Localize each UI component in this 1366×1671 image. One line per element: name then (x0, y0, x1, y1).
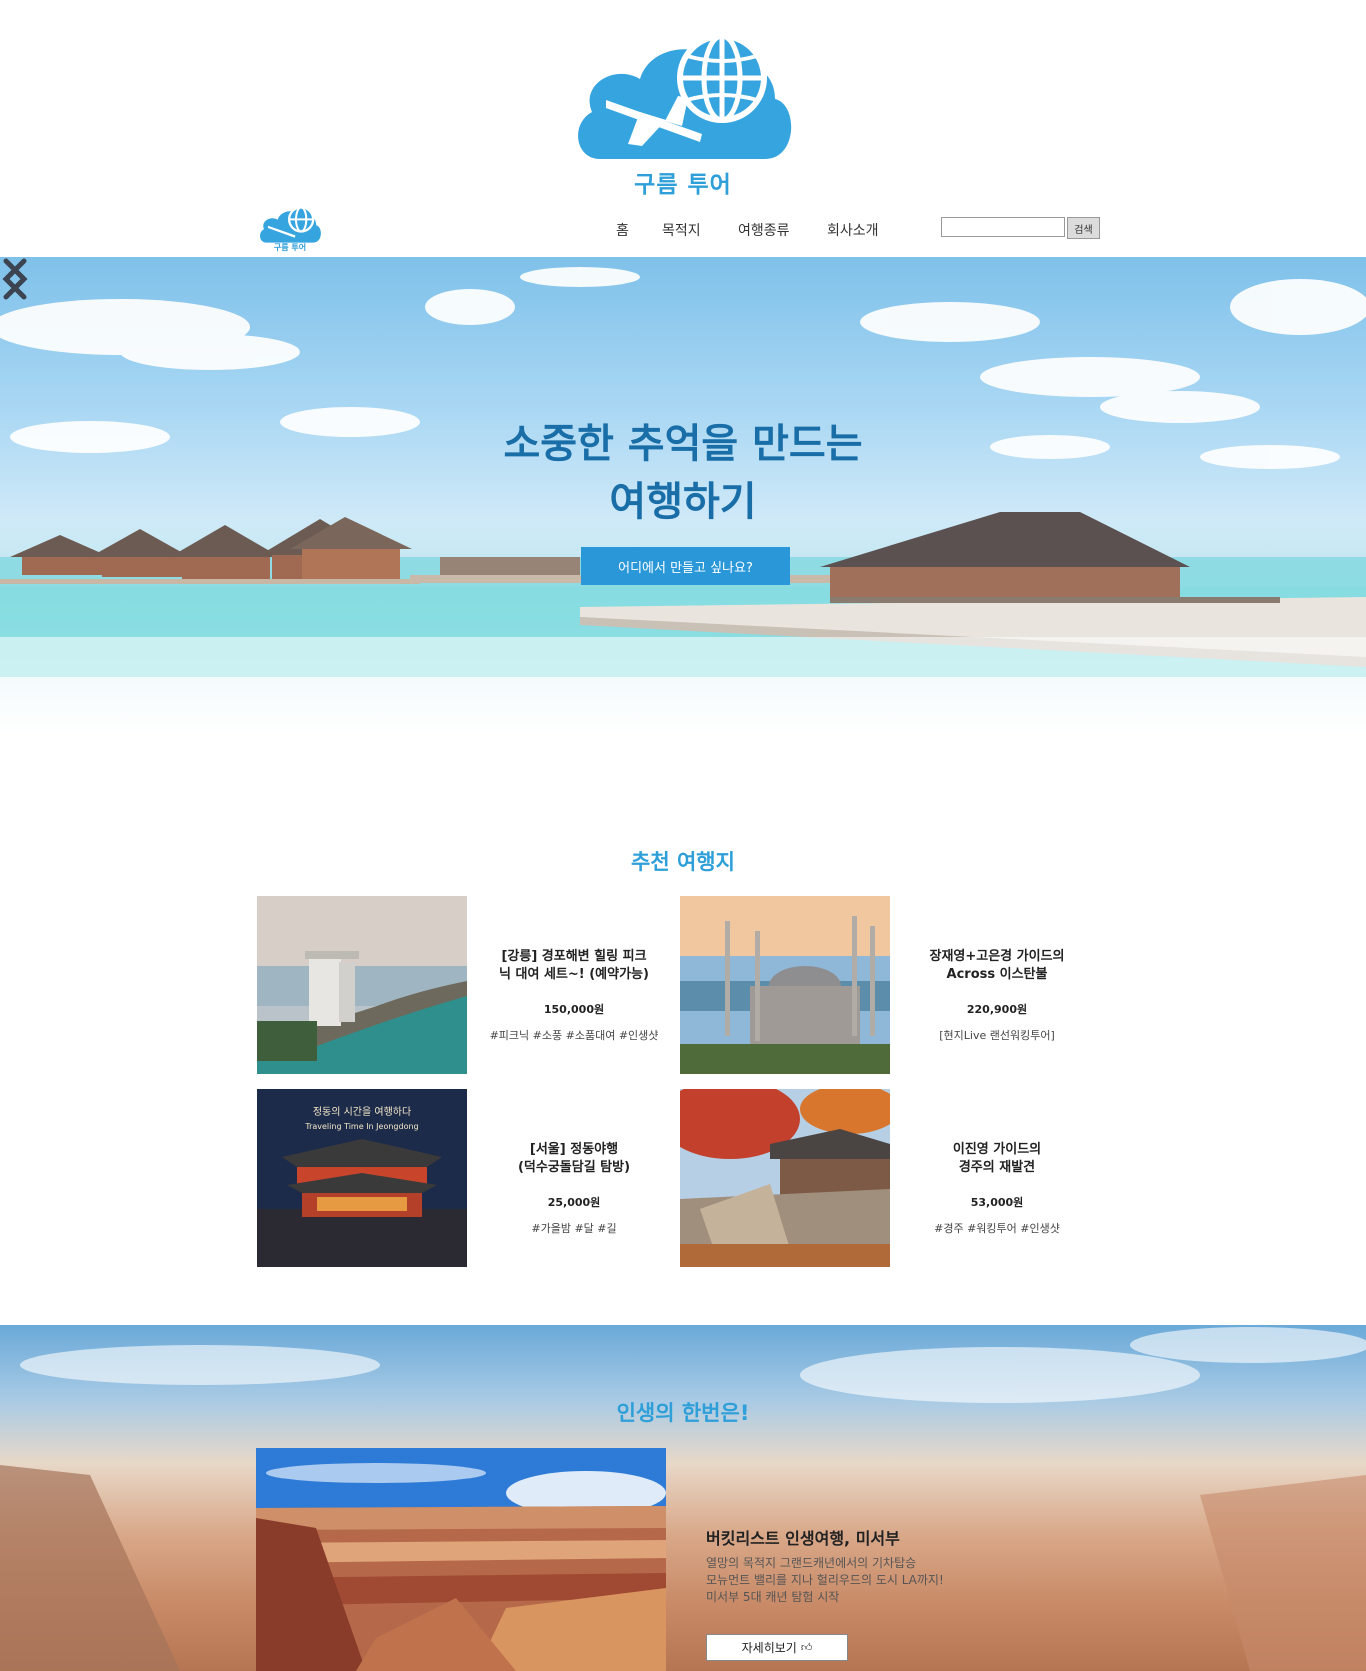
cloud-globe-small-logo-icon (260, 206, 321, 243)
card-title: [서울] 정동야행 (덕수궁돌담길 탐방) (467, 1141, 681, 1177)
destination-card[interactable]: 장재영+고은경 가이드의 Across 이스탄불 220,900원 [현지Liv… (680, 896, 1104, 1074)
destination-card[interactable]: [강릉] 경포해변 힐링 피크 닉 대여 세트~! (예약가능) 150,000… (257, 896, 681, 1074)
card-title-line-1: 이진영 가이드의 (952, 1142, 1042, 1157)
jeongdong-palace-image: 정동의 시간을 여행하다 Traveling Time In Jeongdong (257, 1089, 467, 1267)
bucket-background-image (0, 1327, 1366, 1671)
bucket-section-title: 인생의 한번은! (616, 1401, 750, 1425)
more-details-label: 자세히보기 (741, 1641, 797, 1655)
menu-item-travel-type[interactable]: 여행종류 (738, 220, 790, 240)
cloud-globe-logo-icon (578, 33, 792, 159)
card-title: 장재영+고은경 가이드의 Across 이스탄불 (890, 948, 1104, 984)
menu-item-destination[interactable]: 목적지 (662, 220, 701, 240)
search-button[interactable]: 검색 (1067, 217, 1100, 239)
more-details-button[interactable]: 자세히보기 👍︎ (706, 1634, 848, 1661)
hero-title-line-1: 소중한 추억을 만드는 (503, 421, 863, 467)
destination-card[interactable]: 이진영 가이드의 경주의 재발견 53,000원 #경주 #워킹투어 #인생샷 (680, 1089, 1104, 1267)
grand-canyon-image (256, 1448, 666, 1671)
card-title-line-2: 닉 대여 세트~! (예약가능) (499, 967, 649, 982)
hero-cta-button[interactable]: 어디에서 만들고 싶나요? (581, 547, 790, 585)
bucket-desc-line-2: 모뉴먼트 밸리를 지나 헐리우드의 도시 LA까지! (706, 1573, 944, 1587)
card-price: 53,000원 (970, 1196, 1024, 1209)
gangneung-beach-image (257, 896, 467, 1074)
hero-banner: 소중한 추억을 만드는 여행하기 어디에서 만들고 싶나요? (0, 257, 1366, 735)
logo-text: 구름 투어 (634, 172, 732, 198)
card-info: 장재영+고은경 가이드의 Across 이스탄불 220,900원 [현지Liv… (890, 896, 1104, 1074)
card-title-line-2: Across 이스탄불 (946, 967, 1048, 982)
search-input[interactable] (941, 217, 1065, 237)
card-title: 이진영 가이드의 경주의 재발견 (890, 1141, 1104, 1177)
menu-item-about[interactable]: 회사소개 (827, 220, 879, 240)
card-price: 220,900원 (966, 1003, 1028, 1016)
card-title: [강릉] 경포해변 힐링 피크 닉 대여 세트~! (예약가능) (467, 948, 681, 984)
card-price: 150,000원 (543, 1003, 605, 1016)
istanbul-mosque-image (680, 896, 890, 1074)
main-logo[interactable]: 구름 투어 (570, 24, 796, 198)
recommended-title: 추천 여행지 (631, 850, 735, 874)
bucket-headline: 버킷리스트 인생여행, 미서부 (706, 1529, 900, 1548)
card-tags: #가을밤 #달 #길 (531, 1222, 617, 1235)
card-price: 25,000원 (547, 1196, 601, 1209)
thumbs-up-icon: 👍︎ (800, 1641, 813, 1654)
bucket-desc-line-3: 미서부 5대 캐년 탐험 시작 (706, 1590, 840, 1604)
card-info: 이진영 가이드의 경주의 재발견 53,000원 #경주 #워킹투어 #인생샷 (890, 1089, 1104, 1267)
card-info: [강릉] 경포해변 힐링 피크 닉 대여 세트~! (예약가능) 150,000… (467, 896, 681, 1074)
jeongdong-caption-1: 정동의 시간을 여행하다 (313, 1105, 411, 1118)
bucket-desc-line-1: 열망의 목적지 그랜드캐년에서의 기차탑승 (706, 1556, 917, 1570)
bucket-list-section: 인생의 한번은! 버킷리스트 인생여행, 미서부 열망의 목적지 그랜드캐년에서… (0, 1325, 1366, 1671)
gyeongju-temple-image (680, 1089, 890, 1267)
chevron-right-icon[interactable] (0, 257, 30, 301)
small-logo[interactable]: 구름 투어 (256, 204, 324, 256)
card-info: [서울] 정동야행 (덕수궁돌담길 탐방) 25,000원 #가을밤 #달 #길 (467, 1089, 681, 1267)
card-title-line-1: 장재영+고은경 가이드의 (929, 949, 1065, 964)
small-logo-text: 구름 투어 (273, 243, 307, 252)
card-title-line-1: [강릉] 경포해변 힐링 피크 (501, 949, 647, 964)
hero-title-line-2: 여행하기 (609, 479, 757, 525)
card-title-line-2: (덕수궁돌담길 탐방) (517, 1160, 631, 1175)
jeongdong-caption-2: Traveling Time In Jeongdong (304, 1122, 418, 1131)
card-tags: #피크닉 #소풍 #소품대여 #인생샷 (489, 1029, 659, 1042)
destination-card[interactable]: 정동의 시간을 여행하다 Traveling Time In Jeongdong… (257, 1089, 681, 1267)
card-tags: [현지Live 랜선워킹투어] (939, 1029, 1055, 1042)
bucket-description: 열망의 목적지 그랜드캐년에서의 기차탑승 모뉴먼트 밸리를 지나 헐리우드의 … (706, 1555, 944, 1606)
card-tags: #경주 #워킹투어 #인생샷 (934, 1222, 1060, 1235)
card-title-line-2: 경주의 재발견 (958, 1160, 1036, 1175)
card-title-line-1: [서울] 정동야행 (529, 1142, 619, 1157)
menu-item-home[interactable]: 홈 (616, 220, 629, 240)
hero-title: 소중한 추억을 만드는 여행하기 (0, 415, 1366, 531)
navigation-bar: 구름 투어 홈 목적지 여행종류 회사소개 검색 (0, 204, 1366, 256)
